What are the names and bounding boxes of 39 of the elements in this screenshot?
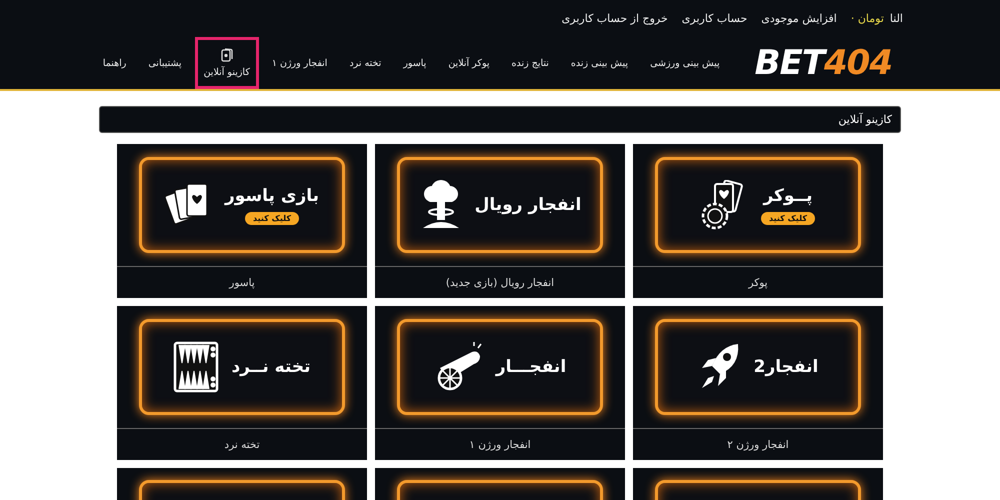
nav-link[interactable]: راهنما <box>94 48 136 78</box>
game-card[interactable]: انفجار2 انفجار ورژن ۲ <box>633 306 883 460</box>
game-name: انفجار ورژن ۱ <box>468 438 532 453</box>
nav-link[interactable]: تخته نرد <box>340 48 390 78</box>
nav-link[interactable]: کازینو آنلاین <box>194 37 259 89</box>
game-card[interactable]: بازی پاسور کلیک کنید پاسور <box>117 144 367 298</box>
nav-link[interactable]: پیش بینی زنده <box>562 48 638 78</box>
click-here-button[interactable]: کلیک کنید <box>245 212 299 224</box>
banner-title: انفجـــار <box>496 357 566 377</box>
game-card[interactable]: پــوکر کلیک کنید پوکر <box>633 144 883 298</box>
balance: تومان · <box>850 12 884 24</box>
section-title: کازینو آنلاین <box>838 113 892 126</box>
nav-link[interactable]: پاسور <box>394 48 436 78</box>
cards-icon <box>220 48 233 62</box>
account-link[interactable]: حساب کاربری <box>682 12 748 24</box>
username: النا <box>890 12 903 24</box>
game-card[interactable]: انفجـــار انفجار ورژن ۱ <box>375 306 625 460</box>
backgammon-board-icon <box>173 341 220 393</box>
nav-link[interactable]: انفجار ورژن ۱ <box>262 48 336 78</box>
account-link[interactable]: افزایش موجودی <box>761 12 837 24</box>
logo[interactable]: BET404 <box>754 43 892 83</box>
nav-link[interactable]: پوکر آنلاین <box>439 48 498 78</box>
game-card[interactable]: انفجار رویال انفجار رویال (بازی جدید) <box>375 144 625 298</box>
game-name: انفجار ورژن ۲ <box>726 438 790 453</box>
banner-title: تخته نــرد <box>231 357 311 377</box>
game-card[interactable]: تخته نــرد تخته نرد <box>117 306 367 460</box>
banner-title: انفجار رویال <box>474 195 582 215</box>
game-name: انفجار رویال (بازی جدید) <box>444 276 556 291</box>
click-here-button[interactable]: کلیک کنید <box>761 212 815 224</box>
banner-title: انفجار2 <box>754 357 818 377</box>
banner-title: بازی پاسور <box>225 186 319 206</box>
banner-title: پــوکر <box>763 186 813 206</box>
nav-link[interactable]: پشتیبانی <box>139 48 191 78</box>
account-link[interactable]: خروج از حساب کاربری <box>562 12 668 24</box>
game-name: پاسور <box>228 276 256 291</box>
game-name: پوکر <box>747 276 769 291</box>
nav-link[interactable]: نتایج زنده <box>502 48 558 78</box>
game-name: تخته نرد <box>223 438 261 452</box>
nav-link[interactable]: پیش بینی ورزشی <box>641 48 729 78</box>
